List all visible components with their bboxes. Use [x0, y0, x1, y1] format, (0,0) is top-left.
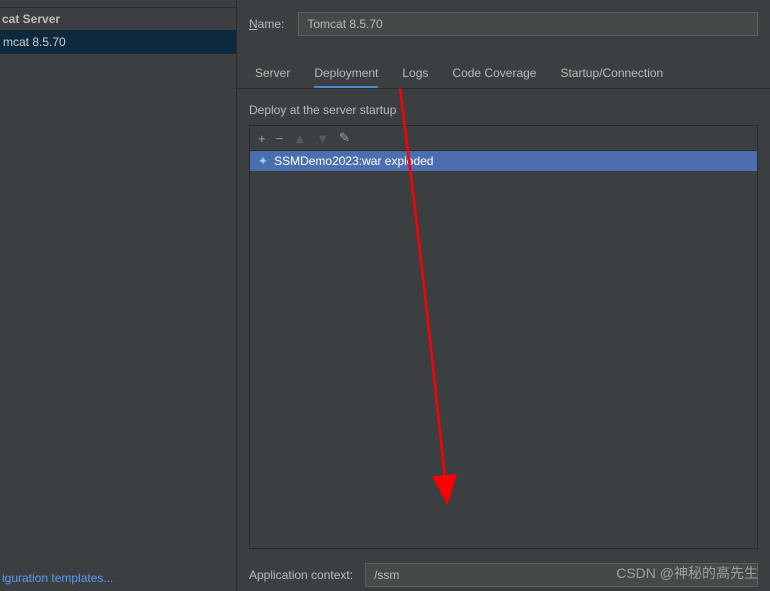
deploy-heading: Deploy at the server startup — [249, 97, 758, 125]
add-icon[interactable]: + — [258, 131, 266, 146]
name-label: Name: — [249, 17, 284, 31]
application-context-row: Application context: — [237, 549, 770, 591]
artifact-toolbar: + − ▲ ▼ ✎ — [249, 125, 758, 150]
name-row: Name: — [237, 8, 770, 48]
artifact-row[interactable]: ✦ SSMDemo2023:war exploded — [250, 151, 757, 171]
edit-icon[interactable]: ✎ — [339, 130, 350, 146]
artifact-label: SSMDemo2023:war exploded — [274, 154, 433, 168]
sidebar: cat Server mcat 8.5.70 iguration templat… — [0, 0, 237, 591]
deployment-section: Deploy at the server startup + − ▲ ▼ ✎ ✦… — [249, 97, 758, 549]
main-panel: Name: Server Deployment Logs Code Covera… — [237, 0, 770, 591]
down-icon[interactable]: ▼ — [316, 131, 329, 146]
configuration-templates-link[interactable]: iguration templates... — [0, 565, 236, 591]
name-input[interactable] — [298, 12, 758, 36]
tree-header-server[interactable]: cat Server — [0, 8, 236, 30]
remove-icon[interactable]: − — [276, 131, 284, 146]
tab-startup-connection[interactable]: Startup/Connection — [560, 66, 663, 88]
tab-server[interactable]: Server — [255, 66, 290, 88]
tree-item-tomcat[interactable]: mcat 8.5.70 — [0, 30, 236, 54]
artifact-list[interactable]: ✦ SSMDemo2023:war exploded — [249, 150, 758, 549]
tab-deployment[interactable]: Deployment — [314, 66, 378, 88]
tab-logs[interactable]: Logs — [402, 66, 428, 88]
tabs: Server Deployment Logs Code Coverage Sta… — [237, 48, 770, 89]
application-context-input[interactable] — [365, 563, 758, 587]
sidebar-toolbar — [0, 0, 236, 8]
application-context-label: Application context: — [249, 568, 353, 582]
up-icon[interactable]: ▲ — [293, 131, 306, 146]
tab-code-coverage[interactable]: Code Coverage — [452, 66, 536, 88]
artifact-icon: ✦ — [258, 154, 268, 168]
